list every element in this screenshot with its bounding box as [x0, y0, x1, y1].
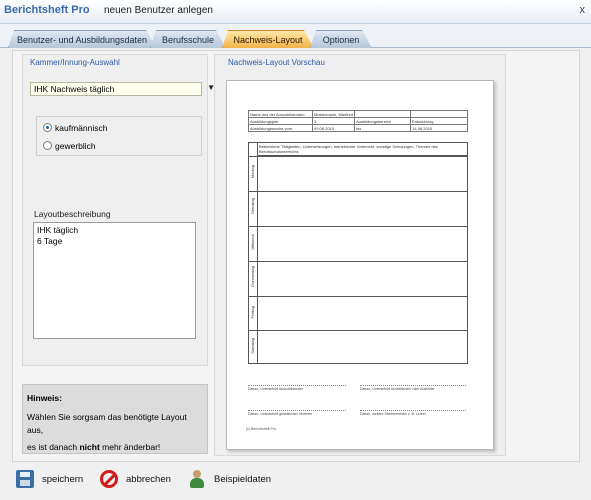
- day-row: Donnerstag: [249, 261, 467, 296]
- hint-line-1: Wählen Sie sorgsam das benötigte Layout …: [27, 412, 187, 435]
- hint-emphasis: nicht: [79, 442, 100, 452]
- radio-gewerblich[interactable]: gewerblich: [43, 141, 96, 151]
- signature-field: Datum, Unterschrift Ausbildender oder Au…: [360, 385, 466, 392]
- hint-box: Hinweis: Wählen Sie sorgsam das benötigt…: [22, 384, 208, 454]
- sample-data-button-label: Beispieldaten: [214, 473, 272, 485]
- tab-berufsschule[interactable]: Berufsschule: [150, 30, 226, 48]
- window-subtitle: neuen Benutzer anlegen: [104, 5, 213, 16]
- table-row: Ausbildungswoche vom 09.08.2010 bis 14.0…: [248, 124, 468, 132]
- preview-section-title: Nachweis-Layout Vorschau: [228, 58, 325, 67]
- sample-data-button[interactable]: Beispieldaten: [188, 470, 271, 488]
- signature-field: Datum, weitere Sichtvermerke z. B. Lehre…: [360, 410, 466, 417]
- layout-select[interactable]: IHK Nachweis täglich ▼: [30, 82, 215, 96]
- action-bar: [0, 462, 591, 500]
- hint-line-2: es ist danach nicht mehr änderbar!: [27, 442, 161, 452]
- floppy-disk-icon: [16, 470, 34, 488]
- cancel-button[interactable]: abbrechen: [100, 470, 171, 488]
- cancel-icon: [100, 470, 118, 488]
- app-title: Berichtsheft Pro: [4, 4, 90, 16]
- preview-grid-header: Betriebliche Tätigkeiten, Unterweisungen…: [258, 143, 467, 156]
- day-row: Samstag: [249, 330, 467, 363]
- kammer-section-title: Kammer/Innung-Auswahl: [30, 58, 120, 67]
- save-button-label: speichern: [42, 473, 84, 485]
- save-button[interactable]: speichern: [16, 470, 83, 488]
- branch-radio-group: kaufmännisch gewerblich: [36, 116, 202, 156]
- signature-field: Datum, Unterschrift Auszubildender: [248, 385, 346, 392]
- radio-unselected-icon: [43, 141, 52, 150]
- preview-header-table: Name des der Auszubildenden Mustermann, …: [248, 110, 468, 132]
- hint-title: Hinweis:: [27, 393, 62, 403]
- radio-kaufmaennisch[interactable]: kaufmännisch: [43, 123, 107, 133]
- cancel-button-label: abbrechen: [126, 473, 171, 485]
- tab-benutzer-ausbildungsdaten[interactable]: Benutzer- und Ausbildungsdaten: [8, 30, 156, 48]
- day-row: Montag: [249, 156, 467, 191]
- tab-nachweis-layout[interactable]: Nachweis-Layout: [222, 30, 314, 48]
- layout-description-label: Layoutbeschreibung: [34, 209, 111, 219]
- day-row: Mittwoch: [249, 226, 467, 261]
- close-icon[interactable]: x: [580, 4, 586, 16]
- radio-gewerblich-label: gewerblich: [55, 141, 96, 151]
- preview-day-grid: Betriebliche Tätigkeiten, Unterweisungen…: [248, 142, 468, 364]
- table-row: Name des der Auszubildenden Mustermann, …: [248, 110, 468, 118]
- signature-field: Datum, Unterschrift gesetzlicher Vertret…: [248, 410, 346, 417]
- layout-select-value: IHK Nachweis täglich: [34, 84, 115, 94]
- radio-selected-icon: [43, 123, 52, 132]
- radio-kaufmaennisch-label: kaufmännisch: [55, 123, 108, 133]
- day-row: Freitag: [249, 296, 467, 330]
- user-icon: [188, 470, 206, 488]
- layout-description-box: IHK täglich 6 Tage: [33, 222, 196, 339]
- day-row: Dienstag: [249, 191, 467, 226]
- tab-optionen[interactable]: Optionen: [310, 30, 372, 48]
- tab-bar: Benutzer- und Ausbildungsdaten Berufssch…: [0, 24, 591, 48]
- title-bar: Berichtsheft Pro neuen Benutzer anlegen …: [0, 0, 591, 24]
- preview-footnote: (c) Berichtsheft Pro: [246, 427, 276, 431]
- table-row: Ausbildungsjahr 1 Ausbildungsbereich Ent…: [248, 117, 468, 125]
